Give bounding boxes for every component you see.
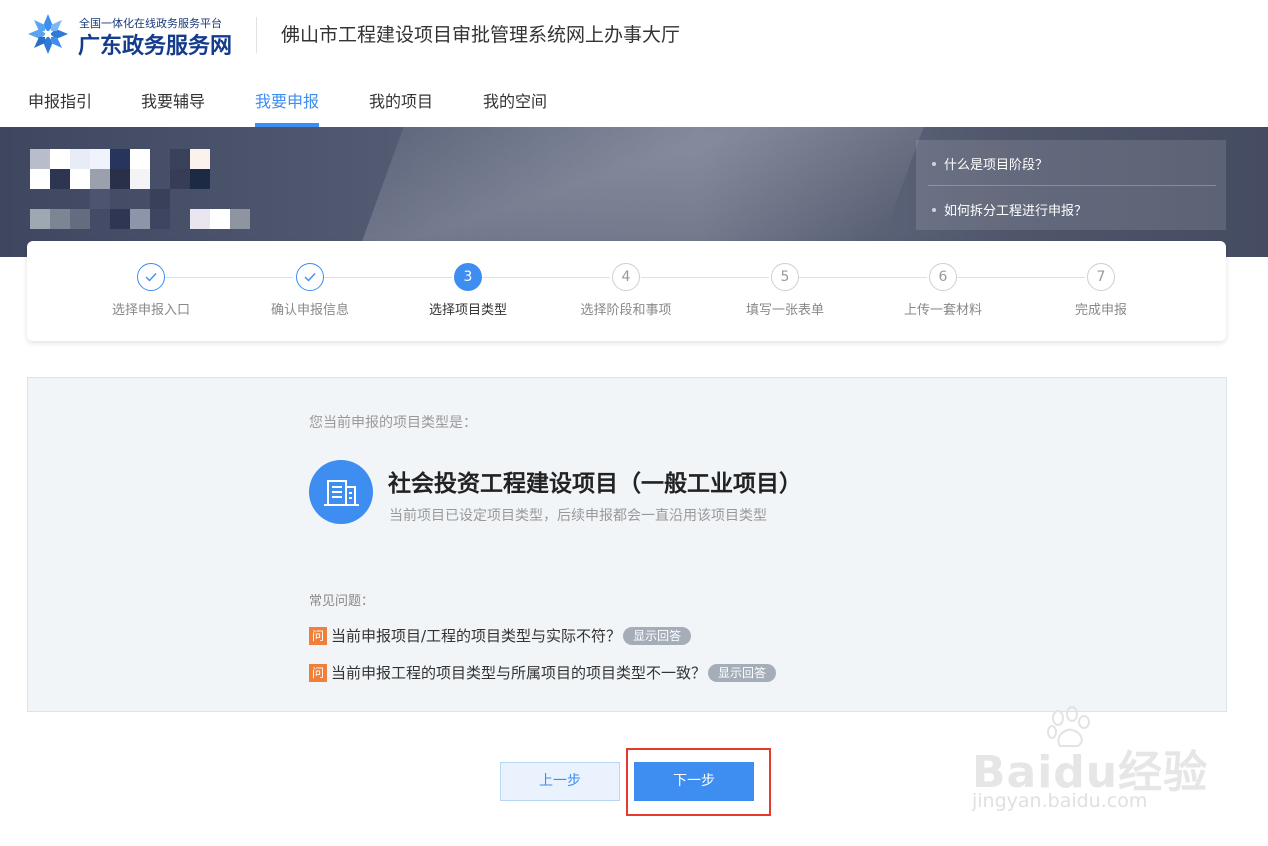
help-link-stage[interactable]: 什么是项目阶段？ <box>932 154 1048 173</box>
faq-heading: 常见问题： <box>309 594 375 609</box>
main-nav: 申报指引 我要辅导 我要申报 我的项目 我的空间 <box>0 72 1268 127</box>
step-number: 6 <box>929 263 957 291</box>
question-badge: 问 <box>309 663 327 682</box>
step-3: 3 选择项目类型 <box>398 263 538 318</box>
faq-question: 当前申报项目/工程的项目类型与实际不符？ <box>331 627 622 645</box>
nav-item-my-projects[interactable]: 我的项目 <box>369 88 433 112</box>
page-title: 佛山市工程建设项目审批管理系统网上办事大厅 <box>281 24 681 46</box>
step-4: 4 选择阶段和事项 <box>556 263 696 318</box>
logo-title[interactable]: 广东政务服务网 <box>78 28 232 60</box>
project-type-panel: 您当前申报的项目类型是： 社会投资工程建设项目（一般工业项目） 当前项目已设定项… <box>27 377 1227 712</box>
building-icon <box>309 460 373 524</box>
question-badge: 问 <box>309 626 327 645</box>
step-label: 完成申报 <box>1074 303 1127 318</box>
nav-item-apply[interactable]: 我要申报 <box>255 88 319 112</box>
step-5: 5 填写一张表单 <box>715 263 855 318</box>
watermark-url: jingyan.baidu.com <box>972 790 1148 812</box>
progress-steps: 选择申报入口 确认申报信息 3 选择项目类型 4 选择阶段和事项 5 填写一张表… <box>27 241 1226 341</box>
site-header: 全国一体化在线政务服务平台 广东政务服务网 佛山市工程建设项目审批管理系统网上办… <box>0 0 1268 70</box>
project-type-lead: 您当前申报的项目类型是： <box>309 415 477 431</box>
step-6: 6 上传一套材料 <box>873 263 1013 318</box>
step-2: 确认申报信息 <box>240 263 380 318</box>
faq-question: 当前申报工程的项目类型与所属项目的项目类型不一致？ <box>331 664 707 682</box>
step-number: 5 <box>771 263 799 291</box>
step-label: 上传一套材料 <box>903 303 982 318</box>
project-type-subtitle: 当前项目已设定项目类型，后续申报都会一直沿用该项目类型 <box>389 508 767 524</box>
pixelated-project-info <box>30 149 252 239</box>
hero-banner: 什么是项目阶段？ 如何拆分工程进行申报？ <box>0 127 1268 257</box>
nav-item-my-space[interactable]: 我的空间 <box>483 88 547 112</box>
baidu-watermark: Baidu经验 jingyan.baidu.com <box>970 706 1210 826</box>
show-answer-button[interactable]: 显示回答 <box>708 663 777 682</box>
header-divider <box>256 17 257 53</box>
step-label: 确认申报信息 <box>270 303 349 318</box>
step-1: 选择申报入口 <box>81 263 221 318</box>
help-links-box: 什么是项目阶段？ 如何拆分工程进行申报？ <box>916 140 1226 230</box>
step-label: 选择阶段和事项 <box>580 303 672 318</box>
next-step-button[interactable]: 下一步 <box>634 762 754 801</box>
prev-step-button[interactable]: 上一步 <box>500 762 620 801</box>
project-type-title: 社会投资工程建设项目（一般工业项目） <box>388 471 802 497</box>
nav-item-guide[interactable]: 申报指引 <box>28 88 92 112</box>
step-label: 填写一张表单 <box>745 303 824 318</box>
step-label: 选择申报入口 <box>111 303 190 318</box>
step-number: 4 <box>612 263 640 291</box>
show-answer-button[interactable]: 显示回答 <box>623 626 692 645</box>
step-7: 7 完成申报 <box>1031 263 1171 318</box>
help-link-split[interactable]: 如何拆分工程进行申报？ <box>932 200 1087 219</box>
check-icon <box>296 263 324 291</box>
help-divider <box>928 185 1216 186</box>
step-label: 选择项目类型 <box>428 303 507 318</box>
banner-background-image <box>356 127 924 257</box>
step-number: 7 <box>1087 263 1115 291</box>
step-number: 3 <box>454 263 482 291</box>
check-icon <box>137 263 165 291</box>
faq-item: 问当前申报工程的项目类型与所属项目的项目类型不一致？ 显示回答 <box>309 662 777 682</box>
gd-logo-icon[interactable] <box>26 12 70 56</box>
faq-item: 问当前申报项目/工程的项目类型与实际不符？ 显示回答 <box>309 625 692 645</box>
nav-item-coaching[interactable]: 我要辅导 <box>141 88 205 112</box>
